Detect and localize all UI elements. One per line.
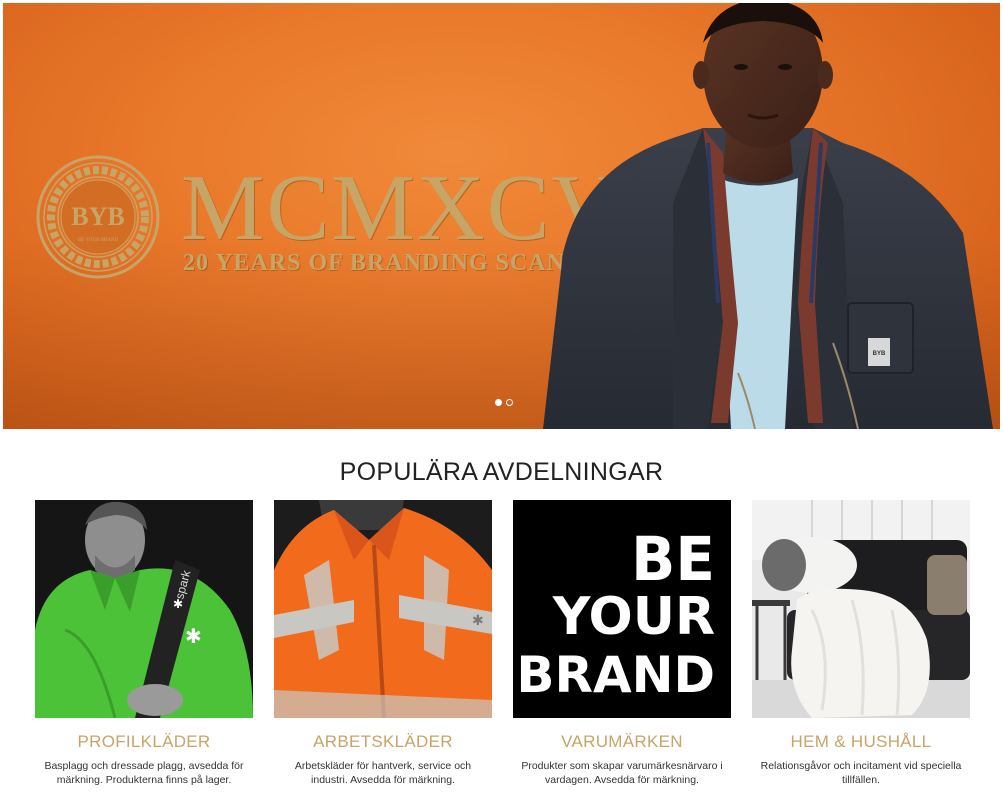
- category-name-arbetsklader[interactable]: ARBETSKLÄDER: [274, 732, 492, 752]
- category-name-profilklader[interactable]: PROFILKLÄDER: [35, 732, 253, 752]
- hero-carousel-dots: [495, 399, 513, 406]
- category-image-arbetsklader[interactable]: ✱: [274, 500, 492, 718]
- category-name-hem-hushall[interactable]: HEM & HUSHÅLL: [752, 732, 970, 752]
- carousel-dot-1[interactable]: [495, 399, 502, 406]
- jacket-badge-text: BYB: [873, 351, 886, 357]
- category-desc-profilklader: Basplagg och dressade plagg, avsedda för…: [44, 760, 244, 786]
- hero-banner[interactable]: BYB BE YOUR BRAND MCMXCVIII 20 YEARS OF …: [3, 3, 1000, 429]
- category-desc-hem-hushall: Relationsgåvor och incitament vid specie…: [760, 760, 962, 786]
- byb-emblem-logo: BYB BE YOUR BRAND: [36, 155, 160, 279]
- svg-text:✱: ✱: [173, 597, 183, 611]
- category-card-profilklader: spark ✱ ✱ PROFILKLÄDER Basplagg och dres…: [35, 500, 253, 787]
- category-image-profilklader[interactable]: spark ✱ ✱: [35, 500, 253, 718]
- category-card-hem-hushall: HEM & HUSHÅLL Relationsgåvor och incitam…: [752, 500, 970, 787]
- carousel-dot-2[interactable]: [506, 399, 513, 406]
- category-name-varumarken[interactable]: VARUMÄRKEN: [513, 732, 731, 752]
- emblem-subtext: BE YOUR BRAND: [78, 238, 119, 243]
- category-desc-arbetsklader: Arbetskläder för hantverk, service och i…: [294, 760, 472, 786]
- image-text-your: YOUR: [552, 587, 715, 647]
- image-text-brand: BRAND: [516, 646, 715, 704]
- category-image-hem-hushall[interactable]: [752, 500, 970, 718]
- category-card-arbetsklader: ✱ ARBETSKLÄDER Arbetskläder för hantverk…: [274, 500, 492, 787]
- category-card-varumarken: BE YOUR BRAND VARUMÄRKEN Produkter som s…: [513, 500, 731, 787]
- svg-text:✱: ✱: [472, 613, 484, 629]
- popular-departments-heading: POPULÄRA AVDELNINGAR: [339, 458, 664, 486]
- category-desc-varumarken: Produkter som skapar varumärkesnärvaro i…: [521, 760, 723, 786]
- category-image-varumarken[interactable]: BE YOUR BRAND: [513, 500, 731, 718]
- image-text-be: BE: [631, 524, 715, 595]
- hero-model-image: BYB: [543, 3, 993, 429]
- emblem-monogram: BYB: [71, 202, 124, 231]
- svg-text:✱: ✱: [185, 624, 202, 648]
